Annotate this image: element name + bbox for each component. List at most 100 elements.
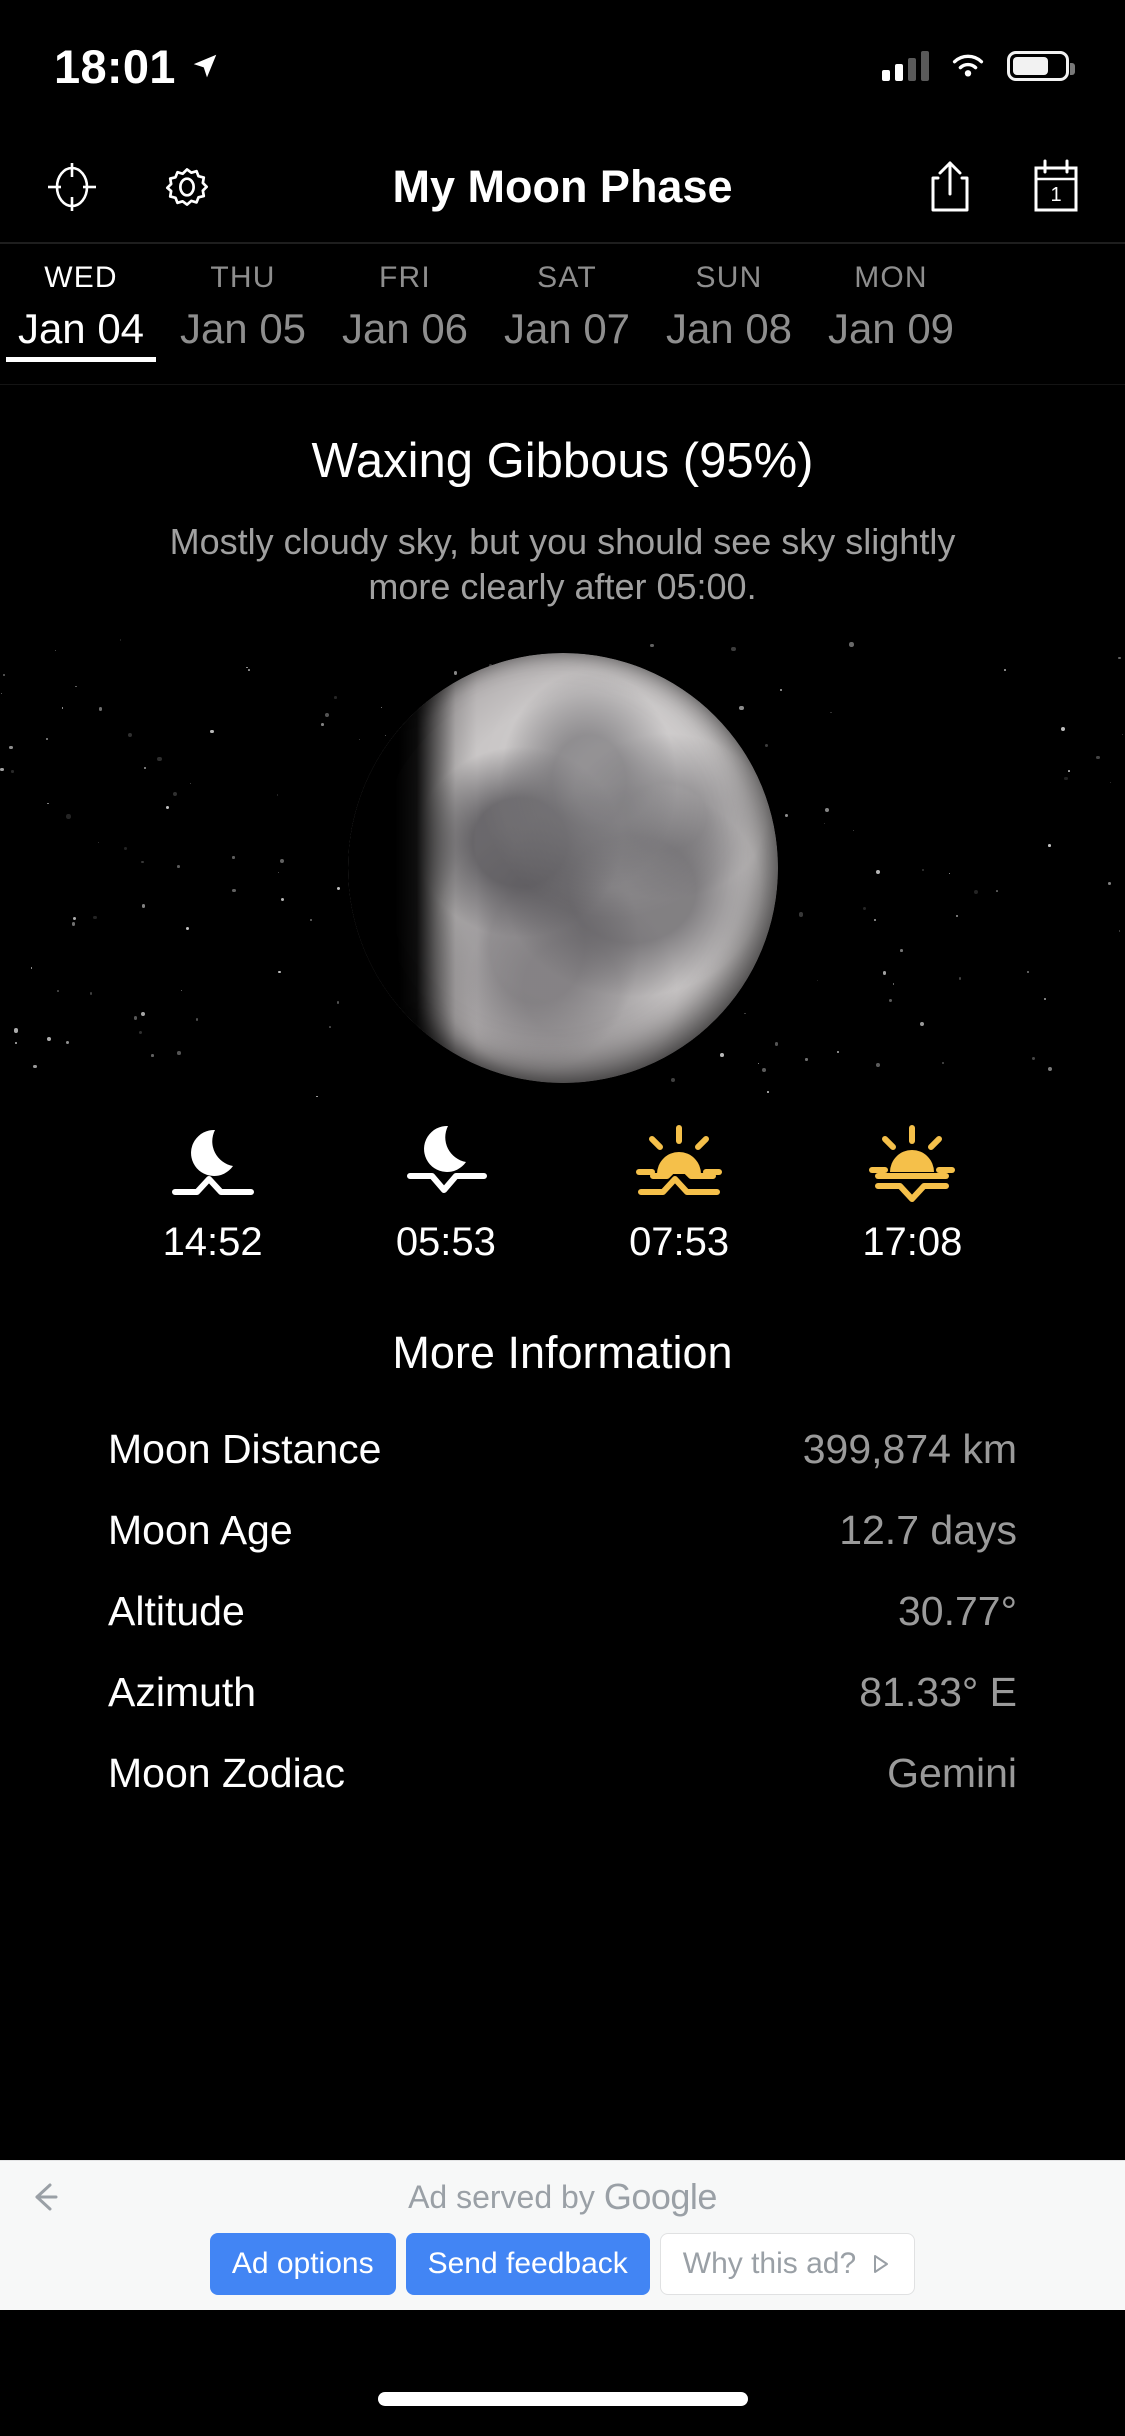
star [762,1068,767,1073]
star [278,970,281,973]
star [246,667,248,669]
star [358,739,360,741]
day-tab-weekday: THU [210,261,276,294]
location-arrow-icon [193,54,216,78]
nav-bar: My Moon Phase 1 [0,132,1125,242]
star [138,1030,143,1034]
star [97,841,99,843]
day-tab[interactable]: SAT Jan 07 [486,244,648,384]
star [766,1091,769,1093]
back-arrow-icon[interactable] [22,2175,66,2219]
why-this-ad-button[interactable]: Why this ad? [659,2233,916,2295]
sunrise-item[interactable]: 07:53 [563,1124,796,1265]
star [996,889,998,892]
star [948,872,951,875]
star [9,745,13,749]
sunset-icon [869,1124,956,1202]
day-tab[interactable]: FRI Jan 06 [324,244,486,384]
info-label: Moon Age [108,1506,293,1553]
moonrise-item[interactable]: 14:52 [96,1124,329,1265]
star [56,989,59,992]
star [1108,881,1112,885]
cellular-signal-icon [882,51,929,81]
send-feedback-button[interactable]: Send feedback [405,2233,650,2295]
star [119,639,122,641]
star [61,707,64,709]
star [862,907,866,911]
star [739,705,744,711]
more-information-heading: More Information [392,1326,733,1378]
star [316,1095,318,1098]
play-triangle-icon [874,2255,889,2273]
star [33,1064,37,1069]
day-tab[interactable]: THU Jan 05 [162,244,324,384]
star [719,1053,724,1057]
star [232,856,235,859]
info-row: Moon Zodiac Gemini [108,1733,1017,1814]
info-value: Gemini [887,1749,1017,1796]
star [816,979,818,982]
ad-buttons: Ad options Send feedback Why this ad? [0,2233,1125,2295]
star [921,868,924,872]
star [279,858,284,863]
star [248,669,250,671]
star [180,989,183,992]
ad-served-by-text: Ad served by [408,2178,595,2215]
star [185,926,189,930]
star [919,1022,924,1027]
star [190,783,192,785]
star [900,949,904,952]
moon-limb-shading [348,653,778,1083]
day-tab[interactable]: WED Jan 04 [0,244,162,384]
star [731,647,736,652]
star [141,1011,146,1016]
star [824,823,826,825]
day-tab-date: Jan 08 [665,304,793,352]
day-tab[interactable]: SUN Jan 08 [648,244,810,384]
star [744,1012,746,1015]
moon-illustration [0,638,1125,1098]
info-row: Moon Distance 399,874 km [108,1409,1017,1490]
star [232,888,236,893]
sunrise-time: 07:53 [629,1219,730,1264]
star [849,642,854,647]
star [1122,734,1124,736]
day-tab-weekday: FRI [379,261,431,294]
star [780,688,783,691]
star [66,1040,70,1044]
calendar-day-number: 1 [1050,184,1061,206]
moonset-item[interactable]: 05:53 [329,1124,562,1265]
day-tabs[interactable]: WED Jan 04 THU Jan 05 FRI Jan 06 SAT Jan 07 SUN J… [0,244,1125,384]
gear-icon[interactable] [158,158,216,216]
share-icon[interactable] [925,158,975,216]
sunset-item[interactable]: 17:08 [796,1124,1029,1265]
star [1064,776,1068,780]
status-bar: 18:01 [0,0,1125,132]
star [1031,1057,1036,1061]
star [1061,726,1066,731]
star [381,706,383,708]
star [0,767,4,772]
day-tab-date: Jan 09 [827,304,955,352]
star [1067,769,1070,772]
star [853,829,855,831]
star [128,733,133,738]
star [785,813,789,817]
day-tab-date: Jan 04 [17,304,145,352]
star [892,983,895,986]
calendar-icon[interactable]: 1 [1031,159,1081,215]
star [172,791,177,796]
day-tab-weekday: SAT [537,261,597,294]
ad-banner: Ad served by Google Ad options Send feed… [0,2160,1125,2310]
star [195,1018,199,1021]
info-value: 81.33° E [859,1668,1017,1715]
moonrise-icon [171,1129,254,1195]
star [775,1042,779,1046]
ad-options-button[interactable]: Ad options [209,2233,396,2295]
star [765,744,769,748]
home-indicator[interactable] [377,2392,748,2406]
status-bar-left: 18:01 [54,39,220,94]
crosshair-location-icon[interactable] [44,159,100,215]
day-tab[interactable]: MON Jan 09 [810,244,972,384]
star [336,887,340,891]
